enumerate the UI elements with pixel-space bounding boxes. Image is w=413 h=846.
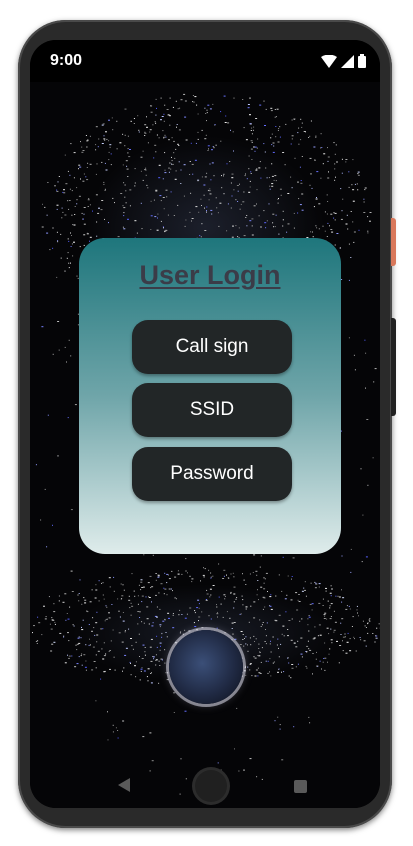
cell-signal-icon <box>341 54 354 68</box>
back-icon[interactable] <box>118 778 130 792</box>
recents-icon[interactable] <box>294 780 307 793</box>
wifi-icon <box>321 54 337 68</box>
navigation-bar <box>30 762 380 808</box>
home-icon[interactable] <box>195 770 227 802</box>
earth-globe <box>169 630 243 704</box>
battery-icon <box>358 54 366 68</box>
screen: 9:00 User Login Call sign SSID Password <box>30 40 380 808</box>
power-button <box>391 218 396 266</box>
login-title: User Login <box>139 260 281 290</box>
login-card: User Login Call sign SSID Password <box>79 238 341 554</box>
status-time: 9:00 <box>50 52 83 69</box>
password-button[interactable]: Password <box>132 447 292 501</box>
status-icons <box>321 54 366 68</box>
volume-button <box>391 318 396 416</box>
status-bar: 9:00 <box>30 40 380 82</box>
call-sign-button[interactable]: Call sign <box>132 320 292 374</box>
ssid-button[interactable]: SSID <box>132 383 292 437</box>
